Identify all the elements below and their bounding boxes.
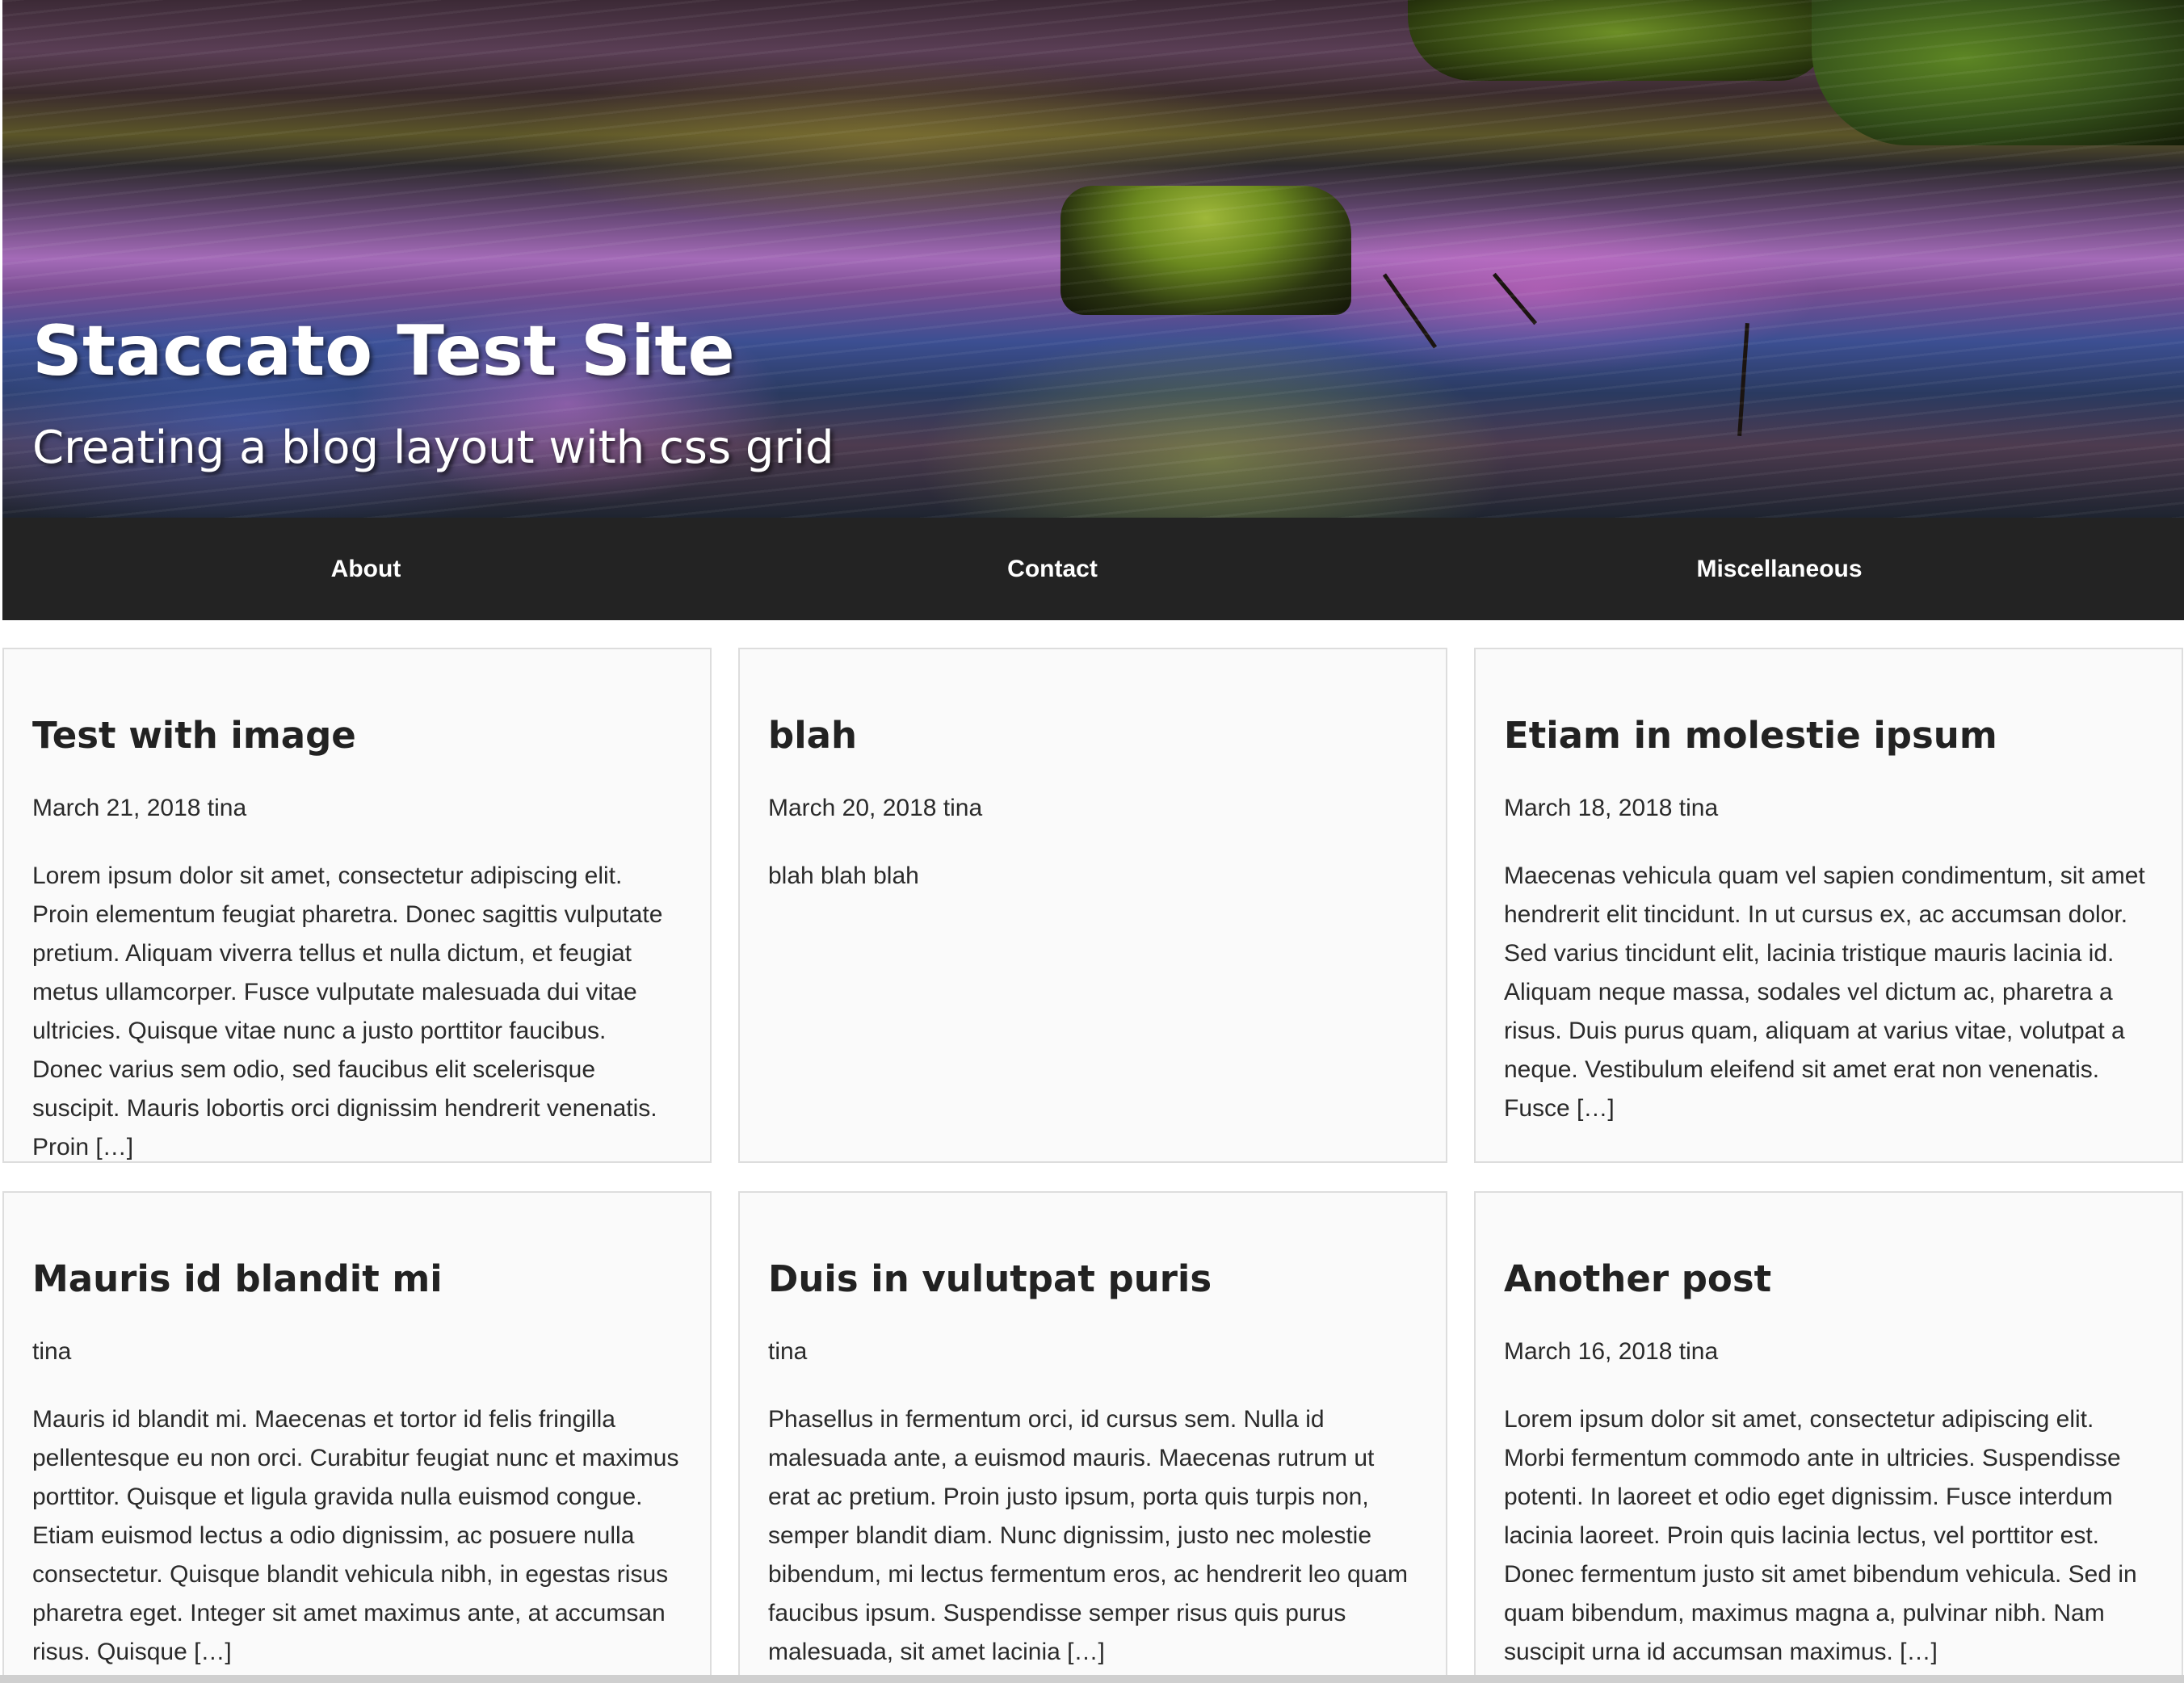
main-nav: About Contact Miscellaneous (2, 518, 2184, 620)
nav-item-miscellaneous[interactable]: Miscellaneous (1416, 518, 2143, 620)
post-excerpt: Lorem ipsum dolor sit amet, consectetur … (32, 862, 663, 1160)
site-tagline: Creating a blog layout with css grid (32, 422, 834, 474)
header-hero-image: Staccato Test Site Creating a blog layou… (2, 0, 2184, 518)
posts-grid: Test with image March 21, 2018 tina Lore… (2, 648, 2184, 1683)
post-meta: tina (768, 1338, 808, 1365)
post-card: Test with image March 21, 2018 tina Lore… (2, 648, 712, 1163)
post-excerpt: Maecenas vehicula quam vel sapien condim… (1504, 862, 2145, 1122)
post-excerpt: Phasellus in fermentum orci, id cursus s… (768, 1406, 1409, 1665)
post-card: Duis in vulutpat puris tina Phasellus in… (738, 1191, 1447, 1683)
post-title[interactable]: Another post (1504, 1255, 2154, 1303)
post-card: Etiam in molestie ipsum March 18, 2018 t… (1474, 648, 2183, 1163)
post-card: Mauris id blandit mi tina Mauris id blan… (2, 1191, 712, 1683)
post-excerpt: blah blah blah (768, 862, 919, 889)
post-meta: March 20, 2018 tina (768, 795, 983, 821)
post-meta: March 21, 2018 tina (32, 795, 247, 821)
post-title[interactable]: Test with image (32, 711, 682, 760)
post-title[interactable]: blah (768, 711, 1418, 760)
horizontal-scrollbar[interactable] (0, 1675, 2184, 1683)
post-meta: March 18, 2018 tina (1504, 795, 1719, 821)
post-card: blah March 20, 2018 tina blah blah blah (738, 648, 1447, 1163)
post-meta: tina (32, 1338, 72, 1365)
nav-item-about[interactable]: About (2, 518, 729, 620)
post-title[interactable]: Duis in vulutpat puris (768, 1255, 1418, 1303)
page: Staccato Test Site Creating a blog layou… (0, 0, 2184, 1683)
post-title[interactable]: Etiam in molestie ipsum (1504, 711, 2154, 760)
post-meta: March 16, 2018 tina (1504, 1338, 1719, 1365)
post-excerpt: Lorem ipsum dolor sit amet, consectetur … (1504, 1406, 2137, 1665)
site-title[interactable]: Staccato Test Site (32, 311, 735, 392)
post-title[interactable]: Mauris id blandit mi (32, 1255, 682, 1303)
post-card: Another post March 16, 2018 tina Lorem i… (1474, 1191, 2183, 1683)
nav-item-contact[interactable]: Contact (689, 518, 1416, 620)
post-excerpt: Mauris id blandit mi. Maecenas et tortor… (32, 1406, 679, 1665)
